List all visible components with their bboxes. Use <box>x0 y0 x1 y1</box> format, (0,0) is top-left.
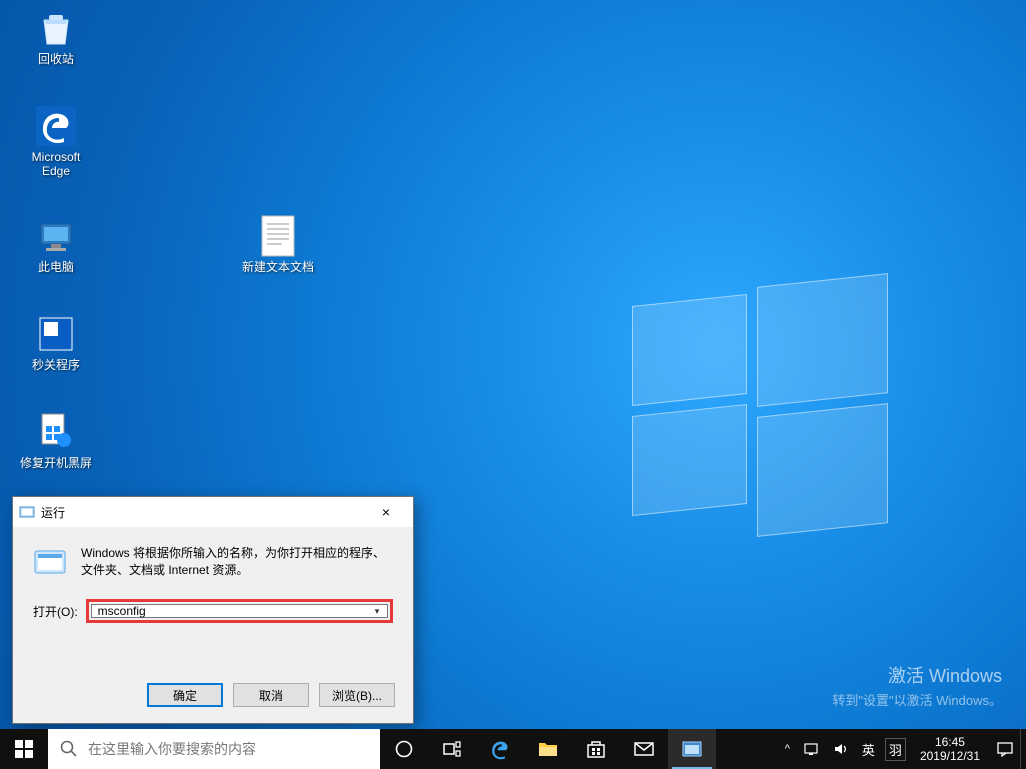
search-icon <box>60 740 78 758</box>
run-dialog-title: 运行 <box>41 504 365 521</box>
app-icon <box>36 314 76 354</box>
run-dialog-large-icon <box>33 545 67 579</box>
show-desktop-button[interactable] <box>1020 729 1026 769</box>
run-dialog: 运行 × Windows 将根据你所输入的名称，为你打开相应的程序、文件夹、文档… <box>12 496 414 724</box>
text-document-icon <box>258 216 298 256</box>
cancel-button[interactable]: 取消 <box>233 683 309 707</box>
icon-label: Microsoft Edge <box>18 150 94 178</box>
browse-button[interactable]: 浏览(B)... <box>319 683 395 707</box>
desktop-icon-this-pc[interactable]: 此电脑 <box>18 216 94 274</box>
desktop: 回收站 Microsoft Edge 此电脑 秒关程序 修复开机黑屏 新建文本文… <box>0 0 1026 769</box>
desktop-icon-edge[interactable]: Microsoft Edge <box>18 106 94 178</box>
tray-chevron-up-icon[interactable]: ^ <box>779 729 796 769</box>
start-button[interactable] <box>0 729 48 769</box>
run-dialog-titlebar[interactable]: 运行 × <box>13 497 413 527</box>
tray-action-center-icon[interactable] <box>990 729 1020 769</box>
tray-network-icon[interactable] <box>796 729 826 769</box>
taskbar-file-explorer[interactable] <box>524 729 572 769</box>
tray-ime-mode[interactable]: 羽 <box>885 738 906 761</box>
run-dialog-description: Windows 将根据你所输入的名称，为你打开相应的程序、文件夹、文档或 Int… <box>81 545 393 579</box>
run-input[interactable] <box>92 602 367 620</box>
edge-icon <box>36 106 76 146</box>
this-pc-icon <box>36 216 76 256</box>
task-view-button[interactable] <box>428 729 476 769</box>
tray-volume-icon[interactable] <box>826 729 856 769</box>
desktop-icon-app2[interactable]: 修复开机黑屏 <box>18 412 94 470</box>
chevron-down-icon[interactable]: ▾ <box>367 606 387 617</box>
clock-date: 2019/12/31 <box>920 749 980 763</box>
windows-logo-wallpaper <box>632 280 888 536</box>
desktop-icon-recycle-bin[interactable]: 回收站 <box>18 8 94 66</box>
icon-label: 新建文本文档 <box>240 260 316 274</box>
taskbar-edge[interactable] <box>476 729 524 769</box>
recycle-bin-icon <box>36 8 76 48</box>
taskbar-mail[interactable] <box>620 729 668 769</box>
taskbar-run-app[interactable] <box>668 729 716 769</box>
run-dialog-icon <box>19 504 35 520</box>
run-input-highlight: ▾ <box>86 599 393 623</box>
tray-clock[interactable]: 16:45 2019/12/31 <box>910 735 990 763</box>
ok-button[interactable]: 确定 <box>147 683 223 707</box>
tray-ime-lang[interactable]: 英 <box>856 729 881 769</box>
cortana-button[interactable] <box>380 729 428 769</box>
app-icon <box>36 412 76 452</box>
open-label: 打开(O): <box>33 603 78 620</box>
icon-label: 秒关程序 <box>18 358 94 372</box>
taskbar: 在这里输入你要搜索的内容 ^ 英 羽 16:45 2019/12/31 <box>0 729 1026 769</box>
close-button[interactable]: × <box>365 499 407 525</box>
desktop-icon-app1[interactable]: 秒关程序 <box>18 314 94 372</box>
icon-label: 回收站 <box>18 52 94 66</box>
taskbar-search[interactable]: 在这里输入你要搜索的内容 <box>48 729 380 769</box>
clock-time: 16:45 <box>920 735 980 749</box>
taskbar-store[interactable] <box>572 729 620 769</box>
activation-watermark: 激活 Windows 转到"设置"以激活 Windows。 <box>832 662 1002 709</box>
icon-label: 修复开机黑屏 <box>18 456 94 470</box>
desktop-icon-text-document[interactable]: 新建文本文档 <box>240 216 316 274</box>
search-placeholder: 在这里输入你要搜索的内容 <box>88 739 256 759</box>
icon-label: 此电脑 <box>18 260 94 274</box>
